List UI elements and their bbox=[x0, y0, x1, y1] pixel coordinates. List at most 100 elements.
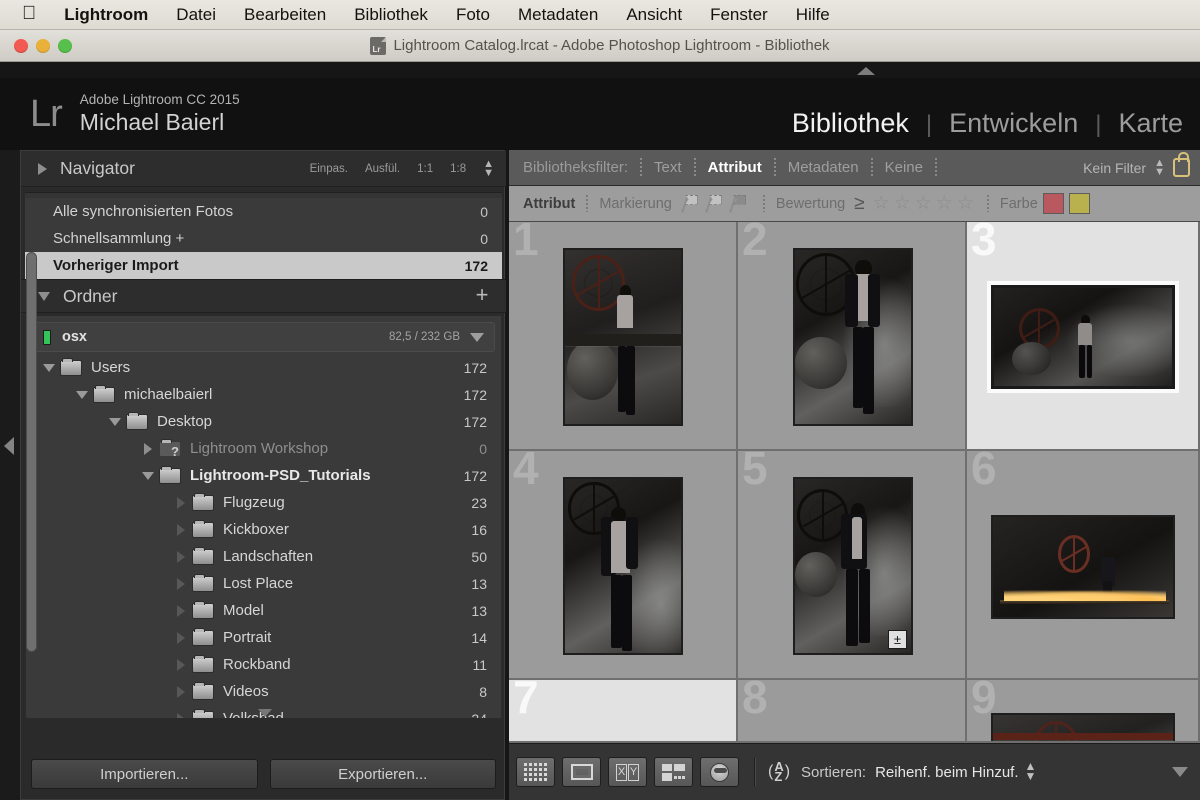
table-row[interactable]: Desktop 172 bbox=[26, 408, 501, 435]
people-view-icon[interactable] bbox=[700, 757, 739, 787]
grid-cell[interactable]: 5 ± bbox=[738, 451, 967, 680]
left-panel-collapse-icon[interactable] bbox=[4, 437, 14, 455]
volume-menu-icon[interactable] bbox=[470, 332, 484, 342]
grid-cell[interactable]: 4 bbox=[509, 451, 738, 680]
thumbnail[interactable] bbox=[563, 477, 683, 655]
rating-star-4[interactable]: ☆ bbox=[936, 192, 953, 215]
add-folder-icon[interactable]: + bbox=[472, 284, 492, 306]
disclosure-toggle[interactable] bbox=[104, 417, 126, 426]
table-row[interactable]: Portrait 14 bbox=[26, 624, 501, 651]
filter-preset-value[interactable]: Kein Filter bbox=[1083, 160, 1146, 176]
grid-cell-selected[interactable]: 3 bbox=[967, 222, 1200, 451]
table-row[interactable]: Kickboxer 16 bbox=[26, 516, 501, 543]
menu-item-ansicht[interactable]: Ansicht bbox=[612, 5, 696, 25]
rating-star-5[interactable]: ☆ bbox=[957, 192, 974, 215]
menu-item-metadaten[interactable]: Metadaten bbox=[504, 5, 612, 25]
rating-star-2[interactable]: ☆ bbox=[894, 192, 911, 215]
disclosure-toggle[interactable] bbox=[170, 658, 192, 671]
rating-star-3[interactable]: ☆ bbox=[915, 192, 932, 215]
compare-view-icon[interactable]: XY bbox=[608, 757, 647, 787]
menu-item-hilfe[interactable]: Hilfe bbox=[782, 5, 844, 25]
grid-cell[interactable]: 6 bbox=[967, 451, 1200, 680]
grid-cell-selected[interactable]: 7 bbox=[509, 680, 738, 743]
disclosure-toggle[interactable] bbox=[38, 363, 60, 372]
list-item[interactable]: Alle synchronisierten Fotos 0 bbox=[25, 198, 502, 225]
zoom-1-1[interactable]: 1:1 bbox=[417, 163, 433, 175]
rating-star-1[interactable]: ☆ bbox=[873, 192, 890, 215]
disclosure-toggle[interactable] bbox=[170, 577, 192, 590]
list-item[interactable]: Schnellsammlung + 0 bbox=[25, 225, 502, 252]
filter-tab-attribut[interactable]: Attribut bbox=[708, 159, 762, 176]
module-bibliothek[interactable]: Bibliothek bbox=[775, 108, 926, 139]
flag-unflagged-icon[interactable] bbox=[704, 194, 724, 214]
thumbnail[interactable] bbox=[987, 281, 1179, 393]
zoom-ausfuellen[interactable]: Ausfül. bbox=[365, 163, 400, 175]
menu-item-lightroom[interactable]: Lightroom bbox=[50, 5, 162, 25]
table-row[interactable]: Model 13 bbox=[26, 597, 501, 624]
thumbnail[interactable] bbox=[991, 713, 1175, 741]
grid-cell[interactable]: 2 bbox=[738, 222, 967, 451]
menu-item-bibliothek[interactable]: Bibliothek bbox=[340, 5, 442, 25]
export-button[interactable]: Exportieren... bbox=[269, 759, 496, 789]
menu-item-datei[interactable]: Datei bbox=[162, 5, 230, 25]
sort-value[interactable]: Reihenf. beim Hinzuf. bbox=[875, 764, 1018, 781]
identity-plate[interactable]: Lr Adobe Lightroom CC 2015 Michael Baier… bbox=[0, 78, 1200, 150]
table-row[interactable]: Lightroom Workshop 0 bbox=[26, 435, 501, 462]
table-row[interactable]: Lightroom-PSD_Tutorials 172 bbox=[26, 462, 501, 489]
menu-item-foto[interactable]: Foto bbox=[442, 5, 504, 25]
chevron-down-icon[interactable] bbox=[38, 291, 50, 301]
table-row[interactable]: Rockband 11 bbox=[26, 651, 501, 678]
module-karte[interactable]: Karte bbox=[1101, 108, 1200, 139]
disclosure-toggle[interactable] bbox=[170, 523, 192, 536]
disclosure-toggle[interactable] bbox=[170, 604, 192, 617]
disclosure-toggle[interactable] bbox=[170, 631, 192, 644]
toolbar-toggle-icon[interactable] bbox=[1172, 767, 1188, 777]
import-button[interactable]: Importieren... bbox=[31, 759, 258, 789]
filter-tab-text[interactable]: Text bbox=[654, 159, 682, 176]
table-row[interactable]: Flugzeug 23 bbox=[26, 489, 501, 516]
survey-view-icon[interactable] bbox=[654, 757, 693, 787]
zoom-1-8[interactable]: 1:8 bbox=[450, 163, 466, 175]
flag-rejected-icon[interactable] bbox=[728, 194, 748, 214]
grid-cell[interactable]: 1 bbox=[509, 222, 738, 451]
table-row[interactable]: Lost Place 13 bbox=[26, 570, 501, 597]
chevron-right-icon[interactable] bbox=[38, 162, 47, 175]
color-swatch-yellow[interactable] bbox=[1068, 193, 1090, 214]
thumbnail[interactable]: ± bbox=[793, 477, 913, 655]
rating-operator[interactable]: ≥ bbox=[854, 193, 864, 215]
table-row[interactable]: Users 172 bbox=[26, 354, 501, 381]
disclosure-toggle[interactable] bbox=[71, 390, 93, 399]
disclosure-toggle[interactable] bbox=[170, 685, 192, 698]
table-row[interactable]: michaelbaierl 172 bbox=[26, 381, 501, 408]
module-entwickeln[interactable]: Entwickeln bbox=[932, 108, 1095, 139]
apple-logo-icon[interactable]:  bbox=[18, 4, 50, 26]
zoom-einpassen[interactable]: Einpas. bbox=[310, 163, 348, 175]
thumbnail[interactable] bbox=[793, 248, 913, 426]
menu-item-bearbeiten[interactable]: Bearbeiten bbox=[230, 5, 340, 25]
table-row[interactable]: Landschaften 50 bbox=[26, 543, 501, 570]
left-panel-scrollbar[interactable] bbox=[26, 252, 37, 652]
filter-tab-metadaten[interactable]: Metadaten bbox=[788, 159, 859, 176]
grid-cell[interactable]: 9 bbox=[967, 680, 1200, 743]
disclosure-toggle[interactable] bbox=[137, 471, 159, 480]
zoom-stepper-icon[interactable]: ▲ ▼ bbox=[483, 158, 494, 178]
list-item-vorheriger-import[interactable]: Vorheriger Import 172 bbox=[25, 252, 502, 279]
navigator-header[interactable]: Navigator Einpas. Ausfül. 1:1 1:8 ▲ ▼ bbox=[21, 151, 506, 187]
thumbnail[interactable] bbox=[991, 515, 1175, 619]
grid-view-icon[interactable] bbox=[516, 757, 555, 787]
volume-row-osx[interactable]: osx 82,5 / 232 GB bbox=[32, 322, 495, 352]
disclosure-toggle[interactable] bbox=[137, 442, 159, 455]
sort-stepper-icon[interactable]: ▲ ▼ bbox=[1025, 760, 1037, 782]
tree-scroll-down-icon[interactable] bbox=[258, 709, 272, 717]
folders-header[interactable]: Ordner + bbox=[21, 279, 506, 313]
develop-adjustment-badge[interactable]: ± bbox=[888, 630, 907, 649]
disclosure-toggle[interactable] bbox=[170, 712, 192, 718]
filter-preset-stepper-icon[interactable]: ▲ ▼ bbox=[1154, 157, 1165, 177]
filter-tab-keine[interactable]: Keine bbox=[885, 159, 923, 176]
sort-az-icon[interactable]: (A Z) bbox=[768, 760, 790, 783]
lock-icon[interactable] bbox=[1173, 152, 1190, 177]
menu-item-fenster[interactable]: Fenster bbox=[696, 5, 782, 25]
table-row[interactable]: Videos 8 bbox=[26, 678, 501, 705]
disclosure-toggle[interactable] bbox=[170, 496, 192, 509]
color-swatch-red[interactable] bbox=[1042, 193, 1064, 214]
